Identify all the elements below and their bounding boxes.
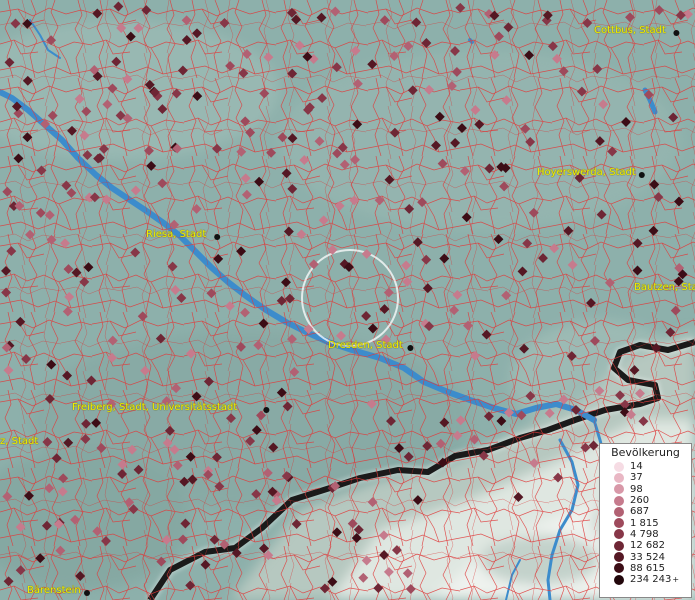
legend-item: 88 615: [600, 563, 691, 574]
city-marker[interactable]: [673, 30, 680, 36]
legend-item: 12 682: [600, 540, 691, 551]
legend-swatch: [614, 506, 624, 517]
legend-swatch: [614, 461, 624, 472]
legend-swatch: [614, 495, 624, 506]
legend-label: 1 815: [630, 517, 659, 529]
legend-item: 4 798: [600, 529, 691, 540]
legend-label: 88 615: [630, 562, 665, 574]
legend-item: 234 243 +: [600, 574, 691, 585]
city-label[interactable]: Dresden, Stadt: [328, 340, 403, 352]
legend-swatch: [614, 574, 624, 585]
city-label[interactable]: Bärenstein: [27, 585, 81, 597]
legend-item: 687: [600, 506, 691, 517]
legend-swatch: [614, 563, 624, 574]
legend-label: 14: [630, 461, 643, 473]
map-canvas[interactable]: Cottbus, Stadt Hoyerswerda, Stadt Riesa, S…: [0, 0, 695, 600]
legend-label: 4 798: [630, 528, 659, 540]
city-marker[interactable]: [407, 345, 414, 351]
legend-label: 234 243: [630, 574, 672, 586]
legend-item: 98: [600, 484, 691, 495]
legend-label: 37: [630, 472, 643, 484]
legend-swatch: [614, 540, 624, 551]
legend-label: 12 682: [630, 540, 665, 552]
city-marker[interactable]: [263, 407, 270, 413]
city-marker[interactable]: [638, 172, 645, 178]
city-label[interactable]: Hoyerswerda, Stadt: [537, 167, 636, 179]
map-base-layer: [0, 0, 695, 600]
legend-item: 33 524: [600, 551, 691, 563]
legend-title: Bevölkerung: [611, 446, 680, 459]
legend-item: 1 815: [600, 517, 691, 529]
city-marker[interactable]: [214, 234, 221, 240]
legend-item: 14: [600, 461, 691, 472]
city-label[interactable]: Freiberg, Stadt, Universitätsstadt: [72, 402, 237, 414]
legend-swatch: [614, 518, 624, 529]
city-label[interactable]: Riesa, Stadt: [146, 229, 206, 241]
legend-label: 33 524: [630, 551, 665, 563]
legend-swatch: [614, 472, 624, 483]
legend-item: 260: [600, 495, 691, 506]
legend-plus: +: [672, 575, 680, 585]
legend-label: 260: [630, 495, 650, 507]
legend-label: 687: [630, 506, 650, 518]
city-marker[interactable]: [84, 590, 90, 596]
legend-label: 98: [630, 483, 643, 495]
legend-item: 37: [600, 472, 691, 483]
legend-swatch: [614, 484, 624, 495]
city-label[interactable]: Bautzen, Stadt: [634, 282, 695, 294]
population-legend: Bevölkerung 14 37 98 260 687 1 815 4 798 12 682…: [599, 443, 692, 598]
city-label[interactable]: Cottbus, Stadt: [594, 25, 666, 37]
legend-swatch: [614, 529, 624, 540]
legend-swatch: [614, 552, 624, 563]
city-label[interactable]: z, Stadt: [0, 436, 38, 448]
